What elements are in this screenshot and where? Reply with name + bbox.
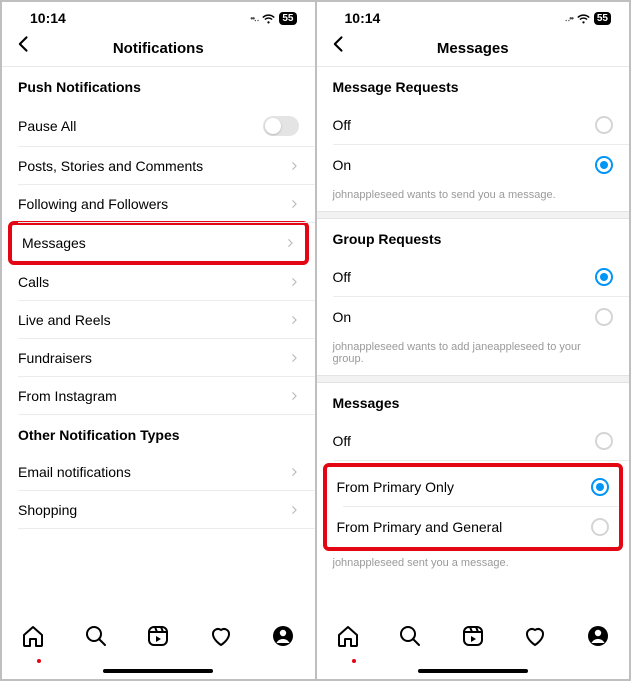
row-pause-all[interactable]: Pause All <box>2 105 315 147</box>
row-from-instagram[interactable]: From Instagram <box>2 377 315 415</box>
radio-on[interactable] <box>595 308 613 326</box>
hint-group-requests: johnappleseed wants to add janeappleseed… <box>317 337 630 375</box>
section-header-group-requests: Group Requests <box>317 219 630 257</box>
chevron-right-icon <box>289 465 299 479</box>
row-label: On <box>333 309 352 325</box>
status-bar: 10:14 ‥•• 55 <box>317 2 630 30</box>
row-groupreq-on[interactable]: On <box>317 297 630 337</box>
row-label: Calls <box>18 274 49 290</box>
row-label: Off <box>333 433 351 449</box>
chevron-right-icon <box>289 197 299 211</box>
row-shopping[interactable]: Shopping <box>2 491 315 529</box>
notification-dot-icon <box>352 659 356 663</box>
page-title: Notifications <box>113 40 204 57</box>
nav-bar: Notifications <box>2 30 315 66</box>
row-live-reels[interactable]: Live and Reels <box>2 301 315 339</box>
hint-message-requests: johnappleseed wants to send you a messag… <box>317 185 630 211</box>
chevron-right-icon <box>289 351 299 365</box>
heart-icon[interactable] <box>523 624 547 648</box>
row-msg-primary-general[interactable]: From Primary and General <box>327 507 620 547</box>
radio-off-selected[interactable] <box>595 268 613 286</box>
row-groupreq-off[interactable]: Off <box>317 257 630 297</box>
chevron-right-icon <box>289 503 299 517</box>
radio-primary-general[interactable] <box>591 518 609 536</box>
section-header-message-requests: Message Requests <box>317 67 630 105</box>
row-msgreq-off[interactable]: Off <box>317 105 630 145</box>
cellular-icon: ••‥ <box>250 14 258 23</box>
row-label: On <box>333 157 352 173</box>
notification-dot-icon <box>37 659 41 663</box>
heart-icon[interactable] <box>209 624 233 648</box>
chevron-right-icon <box>289 275 299 289</box>
radio-off[interactable] <box>595 116 613 134</box>
row-label: Posts, Stories and Comments <box>18 158 203 174</box>
home-icon[interactable] <box>21 624 45 648</box>
row-msg-off[interactable]: Off <box>317 421 630 461</box>
home-icon[interactable] <box>336 624 360 648</box>
row-posts-stories-comments[interactable]: Posts, Stories and Comments <box>2 147 315 185</box>
row-msgreq-on[interactable]: On <box>317 145 630 185</box>
row-label: Pause All <box>18 118 76 134</box>
home-indicator <box>418 669 528 673</box>
chevron-right-icon <box>285 236 295 250</box>
row-label: Email notifications <box>18 464 131 480</box>
back-icon[interactable] <box>329 34 349 54</box>
row-label: Off <box>333 269 351 285</box>
row-following-followers[interactable]: Following and Followers <box>2 185 315 223</box>
profile-icon[interactable] <box>271 624 295 648</box>
cellular-icon: ‥•• <box>565 14 573 23</box>
back-icon[interactable] <box>14 34 34 54</box>
nav-bar: Messages <box>317 30 630 66</box>
row-msg-primary-only[interactable]: From Primary Only <box>327 467 620 507</box>
profile-icon[interactable] <box>586 624 610 648</box>
row-calls[interactable]: Calls <box>2 263 315 301</box>
chevron-right-icon <box>289 389 299 403</box>
page-title: Messages <box>437 40 509 57</box>
chevron-right-icon <box>289 313 299 327</box>
radio-off[interactable] <box>595 432 613 450</box>
reels-icon[interactable] <box>146 624 170 648</box>
toggle-pause-all[interactable] <box>263 116 299 136</box>
wifi-icon <box>576 11 591 26</box>
section-header-other: Other Notification Types <box>2 415 315 453</box>
radio-primary-only[interactable] <box>591 478 609 496</box>
row-label: Following and Followers <box>18 196 168 212</box>
row-label: From Instagram <box>18 388 117 404</box>
row-email-notifications[interactable]: Email notifications <box>2 453 315 491</box>
chevron-right-icon <box>289 159 299 173</box>
phone-left-notifications: 10:14 ••‥ 55 Notifications Push Notifica… <box>2 2 315 679</box>
hint-messages: johnappleseed sent you a message. <box>317 553 630 579</box>
row-label: From Primary Only <box>337 479 454 495</box>
highlight-messages-options: From Primary Only From Primary and Gener… <box>323 463 624 551</box>
row-fundraisers[interactable]: Fundraisers <box>2 339 315 377</box>
phone-right-messages: 10:14 ‥•• 55 Messages Message Requests O… <box>317 2 630 679</box>
section-header-push: Push Notifications <box>2 67 315 105</box>
row-label: Live and Reels <box>18 312 111 328</box>
row-label: Fundraisers <box>18 350 92 366</box>
row-label: From Primary and General <box>337 519 503 535</box>
radio-on[interactable] <box>595 156 613 174</box>
row-label: Off <box>333 117 351 133</box>
wifi-icon <box>261 11 276 26</box>
home-indicator <box>103 669 213 673</box>
row-messages[interactable]: Messages <box>12 225 305 261</box>
highlight-messages-row: Messages <box>8 221 309 265</box>
search-icon[interactable] <box>398 624 422 648</box>
row-label: Messages <box>22 235 86 251</box>
status-time: 10:14 <box>345 10 381 26</box>
row-label: Shopping <box>18 502 77 518</box>
section-header-messages: Messages <box>317 383 630 421</box>
battery-icon: 55 <box>279 12 296 25</box>
search-icon[interactable] <box>84 624 108 648</box>
status-time: 10:14 <box>30 10 66 26</box>
battery-icon: 55 <box>594 12 611 25</box>
status-bar: 10:14 ••‥ 55 <box>2 2 315 30</box>
reels-icon[interactable] <box>461 624 485 648</box>
